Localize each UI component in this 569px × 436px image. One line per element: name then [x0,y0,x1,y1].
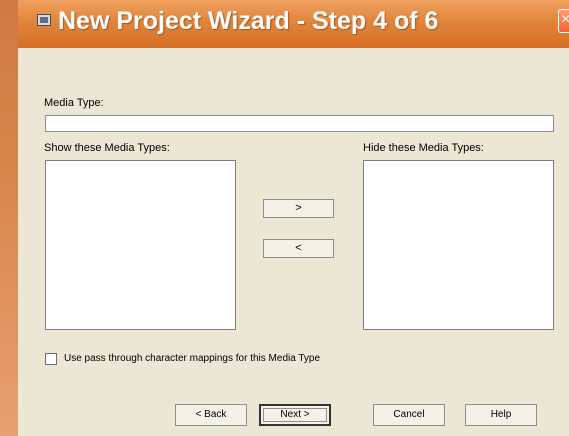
wizard-content: Media Type: Show these Media Types: Hide… [18,48,569,436]
help-button[interactable]: Help [465,404,537,426]
back-button[interactable]: < Back [175,404,247,426]
show-media-types-label: Show these Media Types: [44,142,170,154]
hide-media-types-label: Hide these Media Types: [363,142,484,154]
pass-through-checkbox-label: Use pass through character mappings for … [64,353,321,364]
next-button[interactable]: Next > [259,404,331,426]
window-icon [37,14,51,26]
media-type-input[interactable] [45,115,554,132]
close-button[interactable]: × [558,9,569,33]
move-to-show-button[interactable]: < [263,239,334,258]
window-left-edge [0,0,18,436]
new-project-wizard-window: New Project Wizard - Step 4 of 6 × Media… [0,0,569,436]
media-type-label: Media Type: [44,97,104,109]
show-media-types-list[interactable] [45,160,236,330]
title-bar[interactable]: New Project Wizard - Step 4 of 6 × [18,0,569,48]
pass-through-checkbox[interactable] [45,353,57,365]
hide-media-types-list[interactable] [363,160,554,330]
window-title: New Project Wizard - Step 4 of 6 [58,7,439,35]
move-to-hide-button[interactable]: > [263,199,334,218]
cancel-button[interactable]: Cancel [373,404,445,426]
